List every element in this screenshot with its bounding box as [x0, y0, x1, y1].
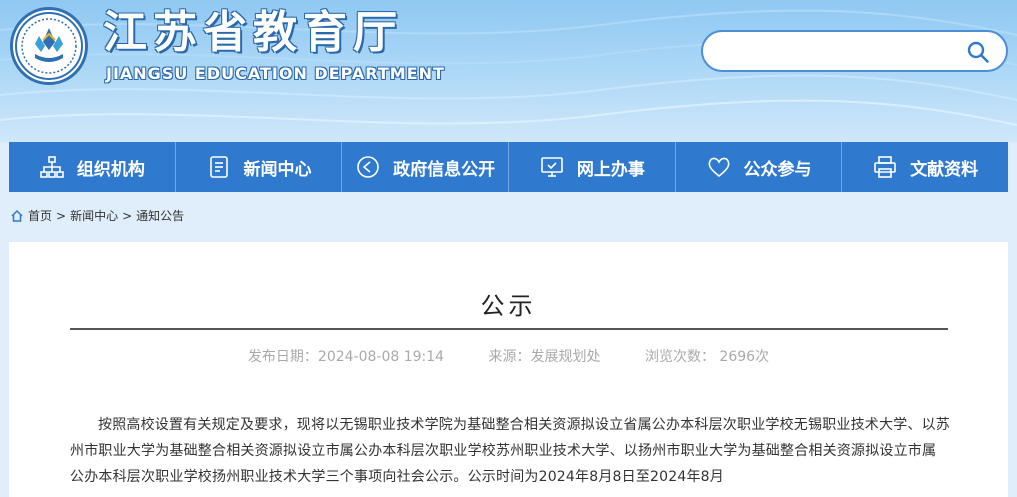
breadcrumb: 首页 > 新闻中心 > 通知公告: [10, 207, 184, 224]
search-box: [701, 30, 1008, 72]
nav-label: 政府信息公开: [393, 159, 496, 180]
org-chart-icon: [40, 156, 64, 178]
view-count: 浏览次数： 2696次: [644, 349, 770, 365]
breadcrumb-news-center[interactable]: 新闻中心: [70, 207, 118, 224]
site-title: 江苏省教育厅: [103, 7, 403, 58]
nav-label: 组织机构: [76, 159, 145, 180]
home-icon: [11, 209, 23, 222]
heart-icon: [708, 157, 730, 178]
body-paragraph: 按照高校设置有关规定及要求，现将以无锡职业技术学院为基础整合相关资源拟设立省属公…: [70, 417, 950, 485]
search-input[interactable]: [717, 40, 961, 64]
site-title-english: JIANGSU EDUCATION DEPARTMENT: [106, 64, 445, 83]
jiangsu-education-emblem-icon: [15, 12, 83, 80]
document-icon: [209, 156, 228, 178]
search-icon[interactable]: [966, 40, 990, 64]
title-divider: [70, 328, 948, 330]
breadcrumb-separator: >: [56, 208, 67, 223]
breadcrumb-home[interactable]: 首页: [28, 207, 52, 224]
speaker-icon: [357, 156, 379, 178]
nav-label: 文献资料: [910, 159, 979, 180]
publish-date: 发布日期：2024-08-08 19:14: [247, 349, 445, 365]
article-source: 来源：发展规划处: [488, 349, 601, 365]
logo[interactable]: [10, 7, 88, 85]
breadcrumb-notices[interactable]: 通知公告: [136, 207, 184, 224]
article-body: 按照高校设置有关规定及要求，现将以无锡职业技术学院为基础整合相关资源拟设立省属公…: [70, 412, 950, 490]
nav-label: 公众参与: [743, 159, 812, 180]
breadcrumb-separator: >: [122, 208, 133, 223]
nav-label: 网上办事: [576, 159, 645, 180]
site-header: 江苏省教育厅 JIANGSU EDUCATION DEPARTMENT: [0, 0, 1017, 142]
main-nav: 组织机构 新闻中心 政府信息公开 网上办事 公众参与 文献资料: [9, 142, 1008, 192]
printer-icon: [874, 156, 896, 178]
nav-item-org[interactable]: 组织机构: [9, 142, 176, 192]
article-meta: 发布日期：2024-08-08 19:14 来源：发展规划处 浏览次数： 269…: [9, 346, 1008, 366]
article-panel: 公示 发布日期：2024-08-08 19:14 来源：发展规划处 浏览次数： …: [9, 242, 1008, 497]
nav-item-online-service[interactable]: 网上办事: [509, 142, 676, 192]
article-title: 公示: [480, 292, 537, 320]
nav-item-gov-info[interactable]: 政府信息公开: [342, 142, 510, 192]
nav-item-literature[interactable]: 文献资料: [842, 142, 1008, 192]
nav-item-news[interactable]: 新闻中心: [176, 142, 343, 192]
nav-label: 新闻中心: [243, 159, 312, 180]
nav-item-public-participation[interactable]: 公众参与: [676, 142, 843, 192]
monitor-icon: [541, 157, 563, 177]
